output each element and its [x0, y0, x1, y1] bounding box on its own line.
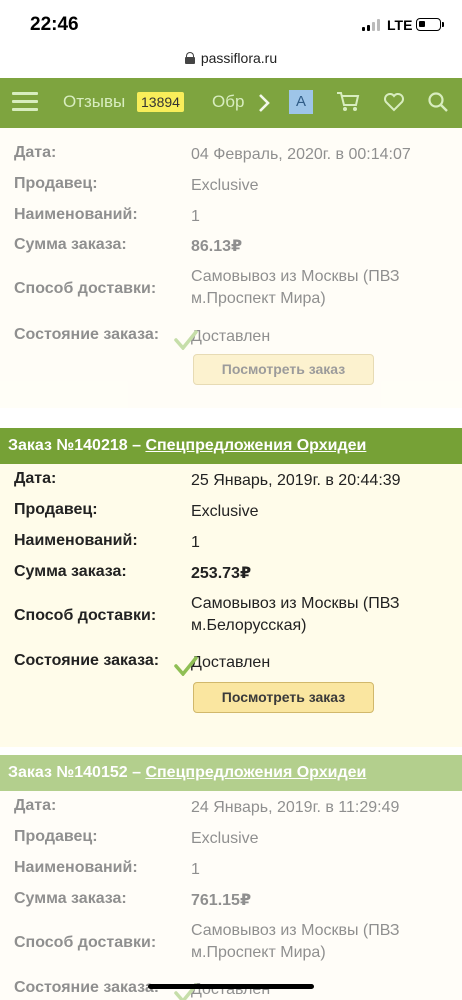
status-label: Состояние заказа:: [14, 652, 160, 669]
order-total: 86.13₽: [191, 238, 243, 255]
order-category-link[interactable]: Спецпредложения Орхидеи: [145, 764, 366, 781]
order-items: 1: [191, 534, 200, 551]
hamburger-icon[interactable]: [12, 90, 38, 114]
url-text: passiflora.ru: [200, 50, 278, 66]
address-bar[interactable]: passiflora.ru: [0, 44, 462, 76]
delivery-label: Способ доставки:: [14, 280, 157, 297]
items-label: Наименований:: [14, 206, 138, 223]
status-label: Состояние заказа:: [14, 326, 160, 343]
signal-icon: [362, 19, 382, 31]
home-indicator[interactable]: [148, 984, 314, 989]
order-number: Заказ №140152 –: [8, 764, 141, 781]
items-label: Наименований:: [14, 859, 138, 876]
delivery-label: Способ доставки:: [14, 607, 157, 624]
total-label: Сумма заказа:: [14, 890, 127, 907]
order-number: Заказ №140218 –: [8, 437, 141, 454]
date-label: Дата:: [14, 797, 57, 814]
status-bar: 22:46 LTE: [0, 0, 462, 44]
site-nav: Отзывы 13894 Обр A: [0, 78, 462, 128]
network-label: LTE: [387, 17, 413, 33]
seller-label: Продавец:: [14, 828, 98, 845]
chevron-right-icon[interactable]: [254, 92, 274, 114]
view-order-button[interactable]: Посмотреть заказ: [193, 354, 374, 385]
order-delivery: Самовывоз из Москвы (ПВЗ м.Проспект Мира…: [191, 922, 400, 961]
total-label: Сумма заказа:: [14, 236, 127, 253]
order-status: Доставлен: [191, 981, 271, 998]
order-card: Заказ №140152 – Спецпредложения Орхидеи …: [0, 755, 462, 1000]
order-seller: Exclusive: [191, 830, 259, 847]
battery-icon: [416, 18, 444, 31]
checkmark-icon: [174, 330, 198, 350]
order-items: 1: [191, 208, 200, 225]
order-card: Заказ №140218 – Спецпредложения Орхидеи …: [0, 428, 462, 747]
cart-icon[interactable]: [336, 91, 360, 113]
status-time: 22:46: [30, 14, 79, 35]
seller-label: Продавец:: [14, 501, 98, 518]
total-label: Сумма заказа:: [14, 563, 127, 580]
order-total: 253.73₽: [191, 565, 252, 582]
order-status: Доставлен: [191, 328, 271, 345]
order-header: Заказ №140152 – Спецпредложения Орхидеи: [0, 755, 462, 791]
order-category-link[interactable]: Спецпредложения Орхидеи: [145, 437, 366, 454]
order-delivery: Самовывоз из Москвы (ПВЗ м.Белорусская): [191, 595, 400, 634]
order-delivery: Самовывоз из Москвы (ПВЗ м.Проспект Мира…: [191, 268, 400, 307]
order-date: 24 Январь, 2019г. в 11:29:49: [191, 799, 400, 816]
order-card: Дата: 04 Февраль, 2020г. в 00:14:07 Прод…: [0, 128, 462, 408]
search-icon[interactable]: [427, 91, 449, 113]
order-date: 25 Январь, 2019г. в 20:44:39: [191, 472, 401, 489]
date-label: Дата:: [14, 144, 57, 161]
seller-label: Продавец:: [14, 175, 98, 192]
nav-reviews-link[interactable]: Отзывы: [63, 92, 125, 112]
view-order-button[interactable]: Посмотреть заказ: [193, 682, 374, 713]
lock-icon: [184, 52, 195, 64]
delivery-label: Способ доставки:: [14, 934, 157, 951]
reviews-count-badge: 13894: [137, 92, 184, 112]
checkmark-icon: [174, 656, 198, 676]
order-total: 761.15₽: [191, 892, 252, 909]
order-header: Заказ №140218 – Спецпредложения Орхидеи: [0, 428, 462, 464]
nav-next-link[interactable]: Обр: [212, 92, 246, 112]
battery-level: [419, 21, 425, 27]
accessibility-button[interactable]: A: [289, 90, 313, 114]
status-label: Состояние заказа:: [14, 979, 160, 996]
date-label: Дата:: [14, 470, 57, 487]
order-seller: Exclusive: [191, 177, 259, 194]
order-status: Доставлен: [191, 654, 271, 671]
items-label: Наименований:: [14, 532, 138, 549]
heart-icon[interactable]: [383, 92, 405, 112]
order-date: 04 Февраль, 2020г. в 00:14:07: [191, 146, 411, 163]
order-seller: Exclusive: [191, 503, 259, 520]
order-items: 1: [191, 861, 200, 878]
